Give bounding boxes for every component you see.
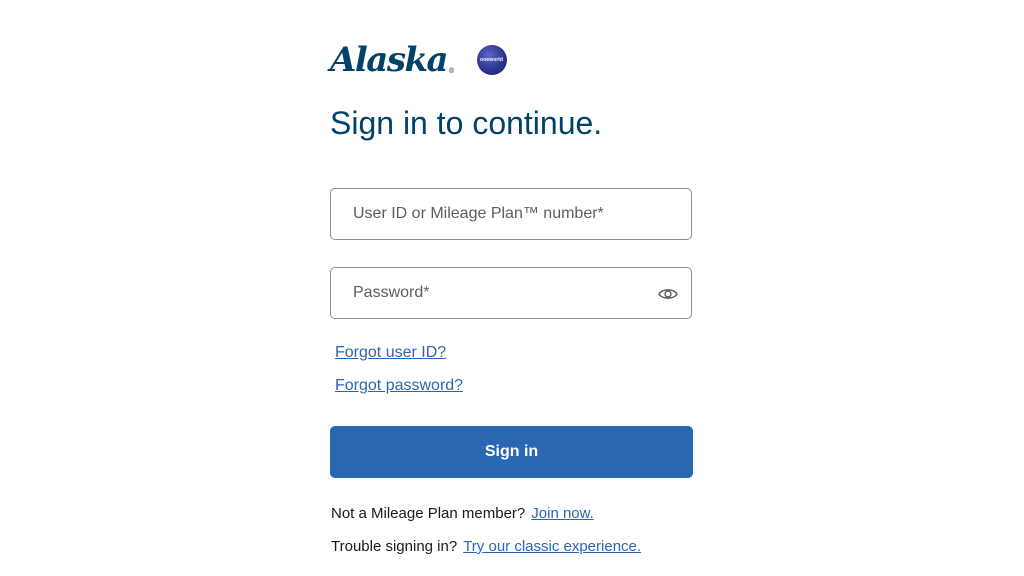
alaska-logo: Alaska® [330,40,455,80]
forgot-password-link[interactable]: Forgot password? [335,377,463,395]
show-password-button[interactable] [657,283,679,305]
signin-page: Alaska® oneworld Sign in to continue. Fo… [0,0,1024,576]
password-field-container [330,267,692,319]
registered-mark: ® [448,67,455,75]
logo-row: Alaska® oneworld [330,40,507,80]
page-title: Sign in to continue. [330,105,603,141]
eye-icon [658,289,678,299]
forgot-user-id-link[interactable]: Forgot user ID? [335,344,446,362]
join-prompt: Not a Mileage Plan member? [331,505,526,522]
trouble-prompt: Trouble signing in? [331,538,458,555]
user-id-field-container [330,188,692,240]
sign-in-button[interactable]: Sign in [330,426,693,478]
user-id-input[interactable] [331,189,691,239]
oneworld-logo-text: oneworld [480,57,504,63]
alaska-logo-text: Alaska [330,40,449,80]
join-now-link[interactable]: Join now. [531,505,594,522]
classic-experience-link[interactable]: Try our classic experience. [463,538,641,555]
oneworld-logo: oneworld [476,45,507,75]
join-row: Not a Mileage Plan member? Join now. [331,505,594,522]
trouble-row: Trouble signing in? Try our classic exper… [331,538,641,555]
password-input[interactable] [331,268,691,318]
